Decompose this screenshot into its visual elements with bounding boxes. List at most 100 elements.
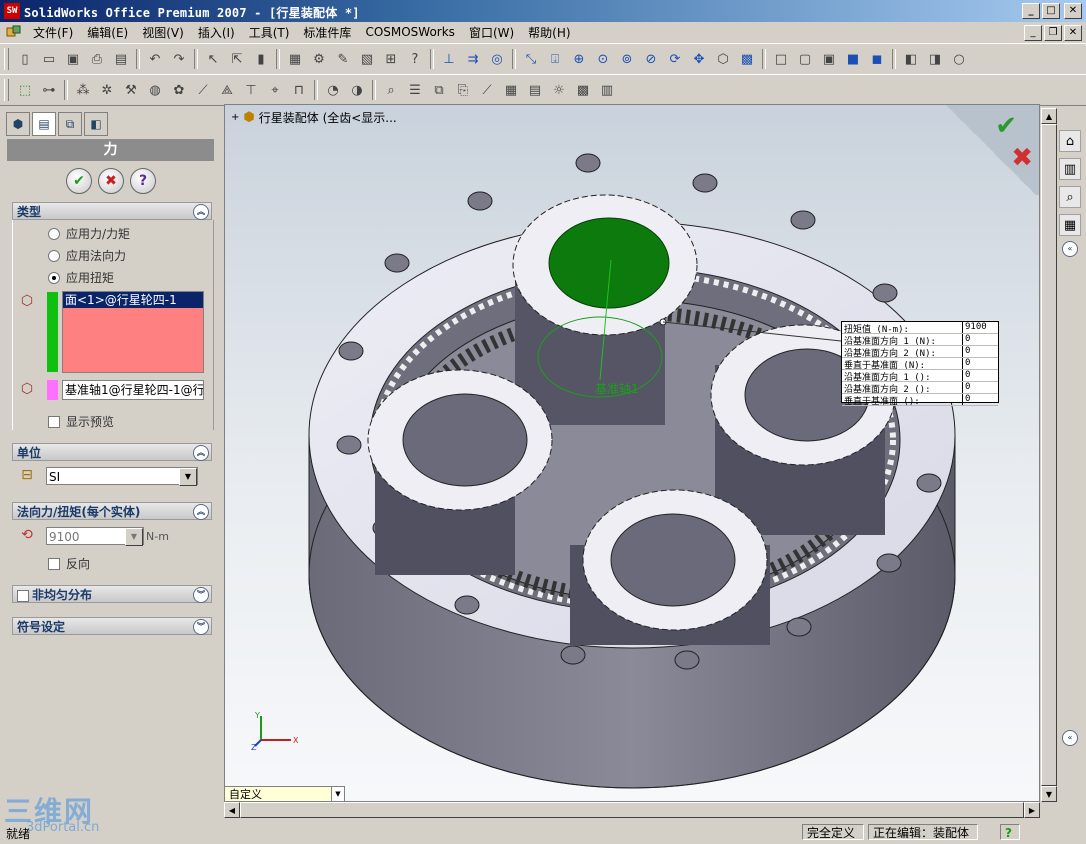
appearance-icon[interactable]: ▩: [573, 80, 593, 100]
interference-icon[interactable]: ⟋: [193, 80, 213, 100]
scroll-thumb[interactable]: [240, 802, 1024, 818]
chevron-down-icon[interactable]: ▼: [125, 528, 143, 546]
library-icon[interactable]: ▥: [1059, 158, 1081, 180]
doc-minimize-button[interactable]: _: [1024, 25, 1042, 41]
menu-file[interactable]: 文件(F): [26, 24, 80, 41]
hidden-lines-visible-icon[interactable]: ▢: [795, 49, 815, 69]
force-callout[interactable]: 扭矩值 (N-m): 9100 沿基准面方向 1 (N): 0 沿基准面方向 2 (…: [841, 321, 999, 406]
graphics-area[interactable]: 基准轴1 + ⬢ 行星装配体 (全齿<显示... ✔ ✖ 扭矩值 (N-m): 9…: [224, 104, 1040, 802]
ok-button[interactable]: ✔: [66, 168, 92, 194]
torque-value-field[interactable]: 9100 ▼: [46, 527, 144, 546]
scroll-right-icon[interactable]: ▶: [1024, 802, 1040, 818]
status-help-icon[interactable]: ?: [1000, 824, 1020, 840]
wireframe-icon[interactable]: □: [771, 49, 791, 69]
feature-tree-flyout[interactable]: + ⬢ 行星装配体 (全齿<显示...: [231, 109, 397, 126]
collapse-left-icon[interactable]: «: [1062, 730, 1078, 746]
zoom-area-icon[interactable]: ⊙: [593, 49, 613, 69]
measure-icon[interactable]: ⤡: [521, 49, 541, 69]
radio-force-moment[interactable]: 应用力/力矩: [48, 225, 130, 242]
standard-views-icon[interactable]: ▩: [737, 49, 757, 69]
shaded-icon[interactable]: ◼: [867, 49, 887, 69]
open-icon[interactable]: ▭: [39, 49, 59, 69]
radio-torque[interactable]: 应用扭矩: [48, 269, 114, 286]
planetary-gear-model[interactable]: 基准轴1: [225, 105, 1040, 802]
paste-icon[interactable]: ⎘: [453, 80, 473, 100]
face-selection-item[interactable]: 面<1>@行星轮四-1: [63, 292, 203, 308]
horizontal-scrollbar[interactable]: ◀ ▶: [224, 802, 1040, 818]
help-icon[interactable]: ?: [405, 49, 425, 69]
collision-icon[interactable]: ⟁: [217, 80, 237, 100]
list-icon[interactable]: ☰: [405, 80, 425, 100]
section-view-icon[interactable]: ◨: [925, 49, 945, 69]
redo-icon[interactable]: ↷: [169, 49, 189, 69]
realview-icon[interactable]: ○: [949, 49, 969, 69]
previous-view-icon[interactable]: ⍗: [545, 49, 565, 69]
menu-help[interactable]: 帮助(H): [521, 24, 577, 41]
options-icon[interactable]: ⚙: [309, 49, 329, 69]
zoom-selection-icon[interactable]: ⊘: [641, 49, 661, 69]
scroll-left-icon[interactable]: ◀: [224, 802, 240, 818]
doc-restore-button[interactable]: ❐: [1044, 25, 1062, 41]
edit-component-icon[interactable]: ✎: [333, 49, 353, 69]
axis-selection-field[interactable]: 基准轴1@行星轮四-1@行星: [62, 380, 204, 400]
symbol-settings-header[interactable]: 符号设定 ︾: [12, 617, 212, 635]
radio-normal-force[interactable]: 应用法向力: [48, 247, 126, 264]
menu-view[interactable]: 视图(V): [135, 24, 191, 41]
vertical-scrollbar[interactable]: ▲ ▼: [1041, 108, 1057, 802]
cosmos-manager-tab-icon[interactable]: ◧: [84, 112, 108, 136]
simulation-icon[interactable]: ◑: [347, 80, 367, 100]
collapse-left-icon[interactable]: «: [1062, 241, 1078, 257]
configuration-combo[interactable]: 自定义 ▼: [224, 786, 345, 802]
callout-value[interactable]: 0: [962, 382, 997, 393]
move-component-icon[interactable]: ⇉: [463, 49, 483, 69]
confirm-cancel-icon[interactable]: ✖: [1011, 143, 1033, 173]
expand-down-icon[interactable]: ︾: [193, 587, 209, 603]
callout-value[interactable]: 0: [962, 346, 997, 357]
face-selection-list[interactable]: 面<1>@行星轮四-1: [62, 291, 204, 373]
callout-value[interactable]: 0: [962, 358, 997, 369]
menu-edit[interactable]: 编辑(E): [80, 24, 135, 41]
search-icon[interactable]: ⌕: [381, 80, 401, 100]
confirm-ok-icon[interactable]: ✔: [995, 111, 1017, 141]
bill-of-materials-icon[interactable]: ✿: [169, 80, 189, 100]
mate-icon[interactable]: ⊞: [381, 49, 401, 69]
cancel-button[interactable]: ✖: [98, 168, 124, 194]
expand-down-icon[interactable]: ︾: [193, 619, 209, 635]
target-icon[interactable]: ◎: [487, 49, 507, 69]
reverse-direction-checkbox[interactable]: 反向: [48, 555, 90, 572]
hidden-lines-removed-icon[interactable]: ▣: [819, 49, 839, 69]
undo-icon[interactable]: ↶: [145, 49, 165, 69]
table-icon[interactable]: ▦: [501, 80, 521, 100]
clearance-icon[interactable]: ⊤: [241, 80, 261, 100]
feature-manager-tab-icon[interactable]: ⬢: [6, 112, 30, 136]
show-preview-checkbox[interactable]: 显示预览: [48, 413, 114, 430]
display-states-icon[interactable]: ▤: [525, 80, 545, 100]
hole-alignment-icon[interactable]: ⌖: [265, 80, 285, 100]
view-orientation-icon[interactable]: ⬡: [713, 49, 733, 69]
menu-insert[interactable]: 插入(I): [191, 24, 242, 41]
collapse-up-icon[interactable]: ︽: [193, 504, 209, 520]
motion-icon[interactable]: ◔: [323, 80, 343, 100]
callout-value[interactable]: 9100: [962, 322, 997, 333]
print-preview-icon[interactable]: ▤: [111, 49, 131, 69]
property-manager-tab-icon[interactable]: ▤: [32, 112, 56, 136]
print-icon[interactable]: ⎙: [87, 49, 107, 69]
home-icon[interactable]: ⌂: [1059, 130, 1081, 152]
callout-value[interactable]: 0: [962, 370, 997, 381]
configuration-manager-tab-icon[interactable]: ⧉: [58, 112, 82, 136]
pan-icon[interactable]: ✥: [689, 49, 709, 69]
select-icon[interactable]: ↖: [203, 49, 223, 69]
perspective-icon[interactable]: ◧: [901, 49, 921, 69]
shaded-edges-icon[interactable]: ■: [843, 49, 863, 69]
hole-series-icon[interactable]: ◍: [145, 80, 165, 100]
menu-tools[interactable]: 工具(T): [242, 24, 297, 41]
maximize-button[interactable]: □: [1042, 3, 1060, 19]
layer-icon[interactable]: ▥: [597, 80, 617, 100]
collapse-up-icon[interactable]: ︽: [193, 445, 209, 461]
zoom-fit-icon[interactable]: ⊕: [569, 49, 589, 69]
callout-value[interactable]: 0: [962, 394, 997, 405]
units-group-header[interactable]: 单位 ︽: [12, 443, 212, 461]
nonuniform-checkbox[interactable]: [17, 589, 29, 602]
sketch-plane-icon[interactable]: ⊥: [439, 49, 459, 69]
minimize-button[interactable]: _: [1022, 3, 1040, 19]
